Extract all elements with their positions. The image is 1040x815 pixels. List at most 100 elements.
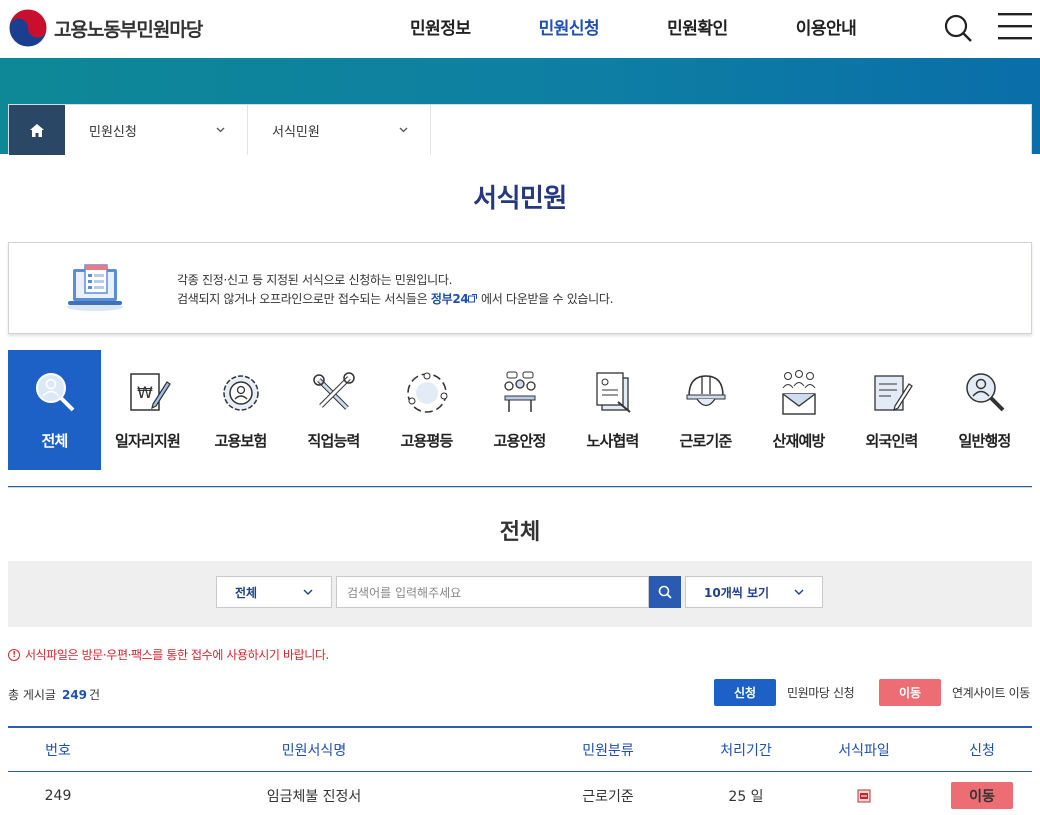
notice: ! 서식파일은 방문·우편·팩스를 통한 접수에 사용하시기 바랍니다.	[8, 646, 329, 663]
total-number: 249	[61, 688, 88, 702]
site-logo[interactable]: 고용노동부민원마당	[8, 8, 203, 48]
search-icon[interactable]	[942, 12, 974, 44]
category-label: 일자리지원	[114, 432, 181, 450]
section-title: 전체	[499, 520, 541, 545]
taegeuk-logo-icon	[8, 8, 48, 48]
category-tab-all[interactable]: 전체	[8, 350, 101, 470]
category-tab-stability[interactable]: 고용안정	[473, 350, 566, 470]
category-label: 산재예방	[772, 432, 825, 450]
gov24-link-label: 정부24	[430, 292, 469, 306]
category-tab-accident-prevention[interactable]: 산재예방	[752, 350, 845, 470]
legend-apply: 신청 민원마당 신청	[714, 679, 855, 706]
header: 고용노동부민원마당 민원정보 민원신청 민원확인 이용안내	[0, 0, 1040, 58]
search-placeholder: 검색어를 입력해주세요	[347, 585, 462, 600]
row-apply: 이동	[932, 782, 1032, 809]
form-pen-icon	[873, 375, 913, 412]
table-header: 번호 민원서식명 민원분류 처리기간 서식파일 신청	[8, 728, 1032, 772]
apply-legend-badge: 신청	[714, 679, 776, 706]
notice-text: 서식파일은 방문·우편·팩스를 통한 접수에 사용하시기 바랍니다.	[25, 648, 329, 662]
search-button[interactable]	[649, 576, 681, 608]
header-file: 서식파일	[838, 742, 890, 759]
nav-item-check[interactable]: 민원확인	[667, 14, 728, 39]
divider	[8, 486, 1032, 488]
search-input[interactable]: 검색어를 입력해주세요	[336, 576, 649, 608]
move-legend-badge: 이동	[879, 679, 941, 706]
category-tab-equality[interactable]: 고용평등	[380, 350, 473, 470]
apply-legend-text: 민원마당 신청	[787, 686, 855, 700]
category-label: 노사협력	[586, 432, 639, 450]
hamburger-menu-icon[interactable]	[998, 12, 1032, 40]
header-category: 민원분류	[582, 742, 634, 759]
category-tab-foreign-workforce[interactable]: 외국인력	[845, 350, 938, 470]
meeting-icon	[503, 371, 536, 412]
warning-icon: !	[8, 648, 20, 661]
nav-item-info[interactable]: 민원정보	[410, 14, 471, 39]
chevron-down-icon	[216, 127, 225, 133]
category-tab-labor-standards[interactable]: 근로기준	[659, 350, 752, 470]
header-form-name: 민원서식명	[281, 742, 347, 759]
breadcrumb-level1-select[interactable]: 민원신청	[65, 105, 248, 155]
forms-table: 번호 민원서식명 민원분류 처리기간 서식파일 신청 249 임금체불 진정서 …	[8, 726, 1032, 815]
info-box: 각종 진정·신고 등 지정된 서식으로 신청하는 민원입니다. 검색되지 않거나…	[8, 242, 1032, 334]
documents-icon	[595, 372, 631, 413]
info-line1: 각종 진정·신고 등 지정된 서식으로 신청하는 민원입니다.	[177, 273, 453, 287]
category-label: 외국인력	[865, 432, 918, 450]
main-nav: 민원정보 민원신청 민원확인 이용안내	[410, 14, 924, 39]
move-legend-text: 연계사이트 이동	[952, 686, 1030, 700]
chevron-down-icon	[794, 589, 804, 595]
breadcrumb: 민원신청 서식민원	[8, 104, 1032, 155]
home-icon	[30, 123, 44, 137]
scope-select-value: 전체	[235, 585, 258, 600]
info-line2-prefix: 검색되지 않거나 오프라인으로만 접수되는 서식들은	[177, 292, 428, 306]
page-title: 서식민원	[473, 184, 567, 214]
gov24-link[interactable]: 정부24	[431, 292, 478, 306]
hwp-file-icon[interactable]	[857, 789, 871, 803]
category-tab-labor-relations[interactable]: 노사협력	[566, 350, 659, 470]
info-text: 각종 진정·신고 등 지정된 서식으로 신청하는 민원입니다. 검색되지 않거나…	[177, 271, 613, 309]
chevron-down-icon	[399, 127, 408, 133]
cycle-people-icon	[406, 372, 447, 413]
page-size-value: 10개씩 보기	[704, 585, 770, 600]
row-form-name[interactable]: 임금체불 진정서	[108, 786, 520, 806]
mail-people-icon	[781, 370, 816, 415]
nav-item-guide[interactable]: 이용안내	[796, 14, 857, 39]
svg-text:₩: ₩	[137, 383, 153, 402]
move-button[interactable]: 이동	[951, 782, 1013, 809]
nav-item-apply[interactable]: 민원신청	[539, 14, 600, 39]
tools-icon	[312, 372, 355, 410]
home-button[interactable]	[9, 105, 65, 155]
external-link-icon	[468, 294, 478, 303]
breadcrumb-level2-select[interactable]: 서식민원	[248, 105, 431, 155]
row-number: 249	[44, 787, 72, 804]
breadcrumb-level1-label: 민원신청	[89, 124, 137, 140]
total-suffix: 건	[89, 688, 101, 702]
row-period: 25 일	[728, 788, 764, 805]
gear-person-icon	[222, 375, 259, 411]
search-person-icon	[965, 373, 1004, 412]
header-number: 번호	[45, 742, 71, 759]
category-label: 일반행정	[958, 432, 1011, 450]
laptop-form-icon	[67, 264, 123, 311]
category-tab-job-skills[interactable]: 직업능력	[287, 350, 380, 470]
category-tab-general-admin[interactable]: 일반행정	[938, 350, 1031, 470]
category-tab-employment-insurance[interactable]: 고용보험	[194, 350, 287, 470]
total-count: 총 게시글 249 건	[8, 686, 100, 703]
category-label: 고용안정	[493, 432, 546, 450]
header-apply: 신청	[969, 742, 995, 759]
category-label: 근로기준	[679, 432, 732, 450]
document-won-icon: ₩	[129, 373, 171, 411]
scope-select[interactable]: 전체	[216, 576, 332, 608]
page-size-select[interactable]: 10개씩 보기	[685, 576, 823, 608]
search-icon	[658, 585, 672, 599]
chevron-down-icon	[303, 589, 313, 595]
info-line2-suffix: 에서 다운받을 수 있습니다.	[480, 292, 614, 306]
info-line2: 검색되지 않거나 오프라인으로만 접수되는 서식들은 정부24 에서 다운받을 …	[177, 290, 613, 309]
row-category: 근로기준	[582, 788, 634, 805]
total-prefix: 총 게시글	[8, 688, 56, 702]
category-tab-job-support[interactable]: ₩ 일자리지원	[101, 350, 194, 470]
category-label: 고용평등	[400, 432, 453, 450]
category-label: 고용보험	[214, 432, 267, 450]
table-row: 249 임금체불 진정서 근로기준 25 일 이동	[8, 772, 1032, 815]
category-tabs: 전체 ₩ 일자리지원 고용보험 직업능력 고용평등 고용안정 노사협력 근로기준…	[8, 350, 1032, 470]
breadcrumb-level2-label: 서식민원	[272, 124, 320, 140]
